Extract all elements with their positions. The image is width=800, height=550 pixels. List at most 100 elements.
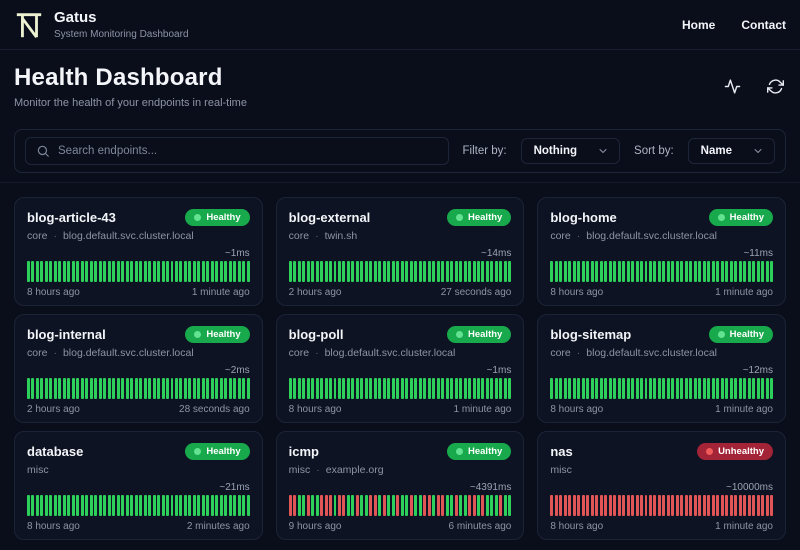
uptime-bar[interactable] [103,495,107,516]
uptime-bar[interactable] [130,261,134,282]
uptime-bar[interactable] [89,378,93,399]
uptime-bar[interactable] [337,495,341,516]
uptime-bar[interactable] [738,378,742,399]
uptime-bar[interactable] [752,495,756,516]
uptime-bar[interactable] [121,378,125,399]
endpoint-card[interactable]: blog-external Healthy core · twin.sh ~14… [275,197,525,306]
uptime-bar[interactable] [405,378,409,399]
uptime-bar[interactable] [436,261,440,282]
uptime-bar[interactable] [320,261,324,282]
uptime-bar[interactable] [459,261,463,282]
filter-select[interactable]: Nothing [520,138,621,164]
uptime-bar[interactable] [503,495,507,516]
uptime-bar[interactable] [183,495,187,516]
uptime-bar[interactable] [698,378,702,399]
uptime-bar[interactable] [707,495,711,516]
uptime-bar[interactable] [468,378,472,399]
uptime-bar[interactable] [378,495,382,516]
uptime-bar[interactable] [396,495,400,516]
uptime-bar[interactable] [586,495,590,516]
uptime-bar[interactable] [324,378,328,399]
uptime-bar[interactable] [320,378,324,399]
uptime-bar[interactable] [337,261,341,282]
uptime-bar[interactable] [44,495,48,516]
uptime-bar[interactable] [94,495,98,516]
uptime-bar[interactable] [44,378,48,399]
uptime-bar[interactable] [233,378,237,399]
uptime-bar[interactable] [445,378,449,399]
uptime-bar[interactable] [550,261,554,282]
uptime-bar[interactable] [329,495,332,516]
uptime-bar[interactable] [391,378,395,399]
uptime-bar[interactable] [148,378,152,399]
uptime-bar[interactable] [613,261,617,282]
uptime-bar[interactable] [554,378,558,399]
uptime-bar[interactable] [355,495,359,516]
uptime-bar[interactable] [640,495,643,516]
uptime-bar[interactable] [716,378,720,399]
uptime-bar[interactable] [293,378,297,399]
uptime-bar[interactable] [89,261,93,282]
uptime-bar[interactable] [351,261,355,282]
uptime-bar[interactable] [450,495,454,516]
uptime-bar[interactable] [320,495,324,516]
uptime-bar[interactable] [302,378,306,399]
uptime-bar[interactable] [613,378,617,399]
uptime-bar[interactable] [346,495,350,516]
uptime-bar[interactable] [125,495,129,516]
uptime-bar[interactable] [40,378,44,399]
uptime-bar[interactable] [427,378,431,399]
uptime-bar[interactable] [577,378,581,399]
uptime-bar[interactable] [143,378,147,399]
uptime-bar[interactable] [400,261,404,282]
uptime-bar[interactable] [608,495,612,516]
uptime-bar[interactable] [237,261,241,282]
uptime-bar[interactable] [170,495,174,516]
uptime-bar[interactable] [351,495,355,516]
uptime-bar[interactable] [666,378,670,399]
uptime-bar[interactable] [693,261,697,282]
uptime-bar[interactable] [215,495,219,516]
uptime-bar[interactable] [423,261,427,282]
uptime-bar[interactable] [346,378,350,399]
uptime-bar[interactable] [770,495,774,516]
endpoint-card[interactable]: database Healthy misc ~21ms 8 hours ago … [14,431,263,540]
uptime-bar[interactable] [622,495,626,516]
uptime-bar[interactable] [378,378,382,399]
uptime-bar[interactable] [499,378,503,399]
uptime-bar[interactable] [364,261,368,282]
uptime-bar[interactable] [233,495,237,516]
uptime-bar[interactable] [494,495,498,516]
uptime-bar[interactable] [161,261,165,282]
uptime-bar[interactable] [143,495,147,516]
uptime-bar[interactable] [631,261,635,282]
uptime-bar[interactable] [648,495,652,516]
uptime-bar[interactable] [161,495,165,516]
uptime-bar[interactable] [27,261,30,282]
uptime-bar[interactable] [228,495,232,516]
uptime-bar[interactable] [174,378,178,399]
uptime-bar[interactable] [103,261,107,282]
uptime-bar[interactable] [58,495,62,516]
uptime-bar[interactable] [27,378,30,399]
uptime-bar[interactable] [494,378,498,399]
uptime-bar[interactable] [152,495,156,516]
uptime-bar[interactable] [604,495,608,516]
uptime-bar[interactable] [436,378,440,399]
uptime-bar[interactable] [720,495,724,516]
uptime-bar[interactable] [206,378,210,399]
uptime-bar[interactable] [671,261,675,282]
uptime-bar[interactable] [463,495,467,516]
uptime-bar[interactable] [219,495,223,516]
uptime-bar[interactable] [626,378,630,399]
uptime-bar[interactable] [409,495,413,516]
uptime-bar[interactable] [329,261,332,282]
uptime-bar[interactable] [756,495,760,516]
uptime-bar[interactable] [716,261,720,282]
uptime-bar[interactable] [743,495,747,516]
endpoint-card[interactable]: nas Unhealthy misc ~10000ms 8 hours ago … [537,431,786,540]
uptime-bar[interactable] [297,495,301,516]
uptime-bar[interactable] [472,261,476,282]
uptime-bar[interactable] [373,261,377,282]
uptime-bar[interactable] [689,495,693,516]
